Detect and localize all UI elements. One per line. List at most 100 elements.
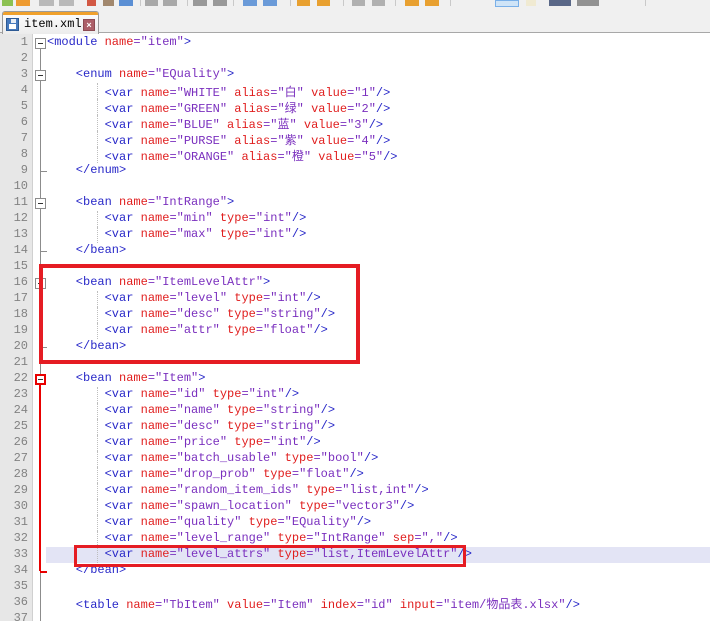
code-line-35[interactable] <box>47 579 710 595</box>
line-number[interactable]: 17 <box>0 291 28 307</box>
line-number[interactable]: 25 <box>0 419 28 435</box>
line-number[interactable]: 13 <box>0 227 28 243</box>
line-number[interactable]: 20 <box>0 339 28 355</box>
sync-scroll-v-icon[interactable] <box>352 0 365 6</box>
code-token: /> <box>292 211 306 225</box>
code-line-1[interactable]: <module name="item"> <box>47 35 710 51</box>
line-number[interactable]: 28 <box>0 467 28 483</box>
code-line-3[interactable]: <enum name="EQuality"> <box>47 67 710 83</box>
record-macro-icon[interactable] <box>405 0 419 6</box>
line-number[interactable]: 34 <box>0 563 28 579</box>
line-number[interactable]: 10 <box>0 179 28 195</box>
line-number[interactable]: 24 <box>0 403 28 419</box>
line-number[interactable]: 6 <box>0 115 28 131</box>
line-number[interactable]: 37 <box>0 611 28 621</box>
code-token: name <box>141 118 170 132</box>
line-number[interactable]: 5 <box>0 99 28 115</box>
zoom-in-icon[interactable] <box>297 0 310 6</box>
line-number[interactable]: 2 <box>0 51 28 67</box>
line-number[interactable]: 35 <box>0 579 28 595</box>
zoom-out-icon[interactable] <box>317 0 330 6</box>
code-line-27[interactable]: <var name="batch_usable" type="bool"/> <box>47 451 710 467</box>
save-all-icon[interactable] <box>59 0 74 6</box>
sync-scroll-h-icon[interactable] <box>372 0 385 6</box>
find-icon[interactable] <box>243 0 257 6</box>
word-wrap-icon[interactable] <box>495 0 519 7</box>
tab-item-xml[interactable]: item.xml × <box>2 11 99 34</box>
code-line-14[interactable]: </bean> <box>47 243 710 259</box>
line-number[interactable]: 15 <box>0 259 28 275</box>
code-line-25[interactable]: <var name="desc" type="string"/> <box>47 419 710 435</box>
code-token: ="ORANGE" <box>169 150 241 164</box>
minus-icon <box>38 203 43 204</box>
close-doc-icon[interactable] <box>87 0 96 6</box>
fold-collapse-marker-line-22[interactable] <box>35 374 46 385</box>
replace-icon[interactable] <box>263 0 277 6</box>
line-number[interactable]: 12 <box>0 211 28 227</box>
line-number[interactable]: 22 <box>0 371 28 387</box>
line-number[interactable]: 23 <box>0 387 28 403</box>
code-line-6[interactable]: <var name="BLUE" alias="蓝" value="3"/> <box>47 115 710 131</box>
line-number[interactable]: 11 <box>0 195 28 211</box>
line-number[interactable]: 18 <box>0 307 28 323</box>
print-icon[interactable] <box>119 0 133 6</box>
code-line-37[interactable] <box>47 611 710 621</box>
code-line-22[interactable]: <bean name="Item"> <box>47 371 710 387</box>
fold-collapse-marker-line-1[interactable] <box>35 38 46 49</box>
line-number[interactable]: 33 <box>0 547 28 563</box>
code-line-26[interactable]: <var name="price" type="int"/> <box>47 435 710 451</box>
cut-icon[interactable] <box>145 0 158 6</box>
line-number[interactable]: 14 <box>0 243 28 259</box>
fold-collapse-marker-line-11[interactable] <box>35 198 46 209</box>
line-number[interactable]: 19 <box>0 323 28 339</box>
code-token: ="EQuality" <box>277 515 356 529</box>
line-number[interactable]: 8 <box>0 147 28 163</box>
line-number[interactable]: 21 <box>0 355 28 371</box>
line-number[interactable]: 7 <box>0 131 28 147</box>
code-line-9[interactable]: </enum> <box>47 163 710 179</box>
code-line-28[interactable]: <var name="drop_prob" type="float"/> <box>47 467 710 483</box>
close-tab-icon[interactable]: × <box>83 19 95 31</box>
code-line-8[interactable]: <var name="ORANGE" alias="橙" value="5"/> <box>47 147 710 163</box>
copy-icon[interactable] <box>163 0 177 6</box>
line-number[interactable]: 3 <box>0 67 28 83</box>
line-number-margin[interactable]: 1234567891011121314151617181920212223242… <box>0 33 33 621</box>
code-line-36[interactable]: <table name="TbItem" value="Item" index=… <box>47 595 710 611</box>
play-macro-icon[interactable] <box>425 0 439 6</box>
line-number[interactable]: 32 <box>0 531 28 547</box>
code-line-13[interactable]: <var name="max" type="int"/> <box>47 227 710 243</box>
code-line-10[interactable] <box>47 179 710 195</box>
close-all-icon[interactable] <box>103 0 114 6</box>
fold-collapse-marker-line-3[interactable] <box>35 70 46 81</box>
line-number[interactable]: 16 <box>0 275 28 291</box>
separator <box>645 0 646 6</box>
indent-guide-icon[interactable] <box>549 0 571 6</box>
code-line-31[interactable]: <var name="quality" type="EQuality"/> <box>47 515 710 531</box>
redo-icon[interactable] <box>213 0 227 6</box>
undo-icon[interactable] <box>193 0 207 6</box>
code-line-29[interactable]: <var name="random_item_ids" type="list,i… <box>47 483 710 499</box>
save-icon[interactable] <box>39 0 54 6</box>
show-all-chars-icon[interactable] <box>526 0 536 6</box>
new-file-icon[interactable] <box>2 0 13 6</box>
code-line-23[interactable]: <var name="id" type="int"/> <box>47 387 710 403</box>
doc-map-icon[interactable] <box>577 0 599 6</box>
line-number[interactable]: 9 <box>0 163 28 179</box>
code-line-4[interactable]: <var name="WHITE" alias="白" value="1"/> <box>47 83 710 99</box>
open-folder-icon[interactable] <box>16 0 30 6</box>
code-line-5[interactable]: <var name="GREEN" alias="绿" value="2"/> <box>47 99 710 115</box>
code-line-2[interactable] <box>47 51 710 67</box>
line-number[interactable]: 36 <box>0 595 28 611</box>
line-number[interactable]: 30 <box>0 499 28 515</box>
line-number[interactable]: 1 <box>0 35 28 51</box>
line-number[interactable]: 29 <box>0 483 28 499</box>
code-line-12[interactable]: <var name="min" type="int"/> <box>47 211 710 227</box>
line-number[interactable]: 4 <box>0 83 28 99</box>
code-line-30[interactable]: <var name="spawn_location" type="vector3… <box>47 499 710 515</box>
code-line-7[interactable]: <var name="PURSE" alias="紫" value="4"/> <box>47 131 710 147</box>
line-number[interactable]: 26 <box>0 435 28 451</box>
line-number[interactable]: 27 <box>0 451 28 467</box>
code-line-11[interactable]: <bean name="IntRange"> <box>47 195 710 211</box>
line-number[interactable]: 31 <box>0 515 28 531</box>
code-line-24[interactable]: <var name="name" type="string"/> <box>47 403 710 419</box>
